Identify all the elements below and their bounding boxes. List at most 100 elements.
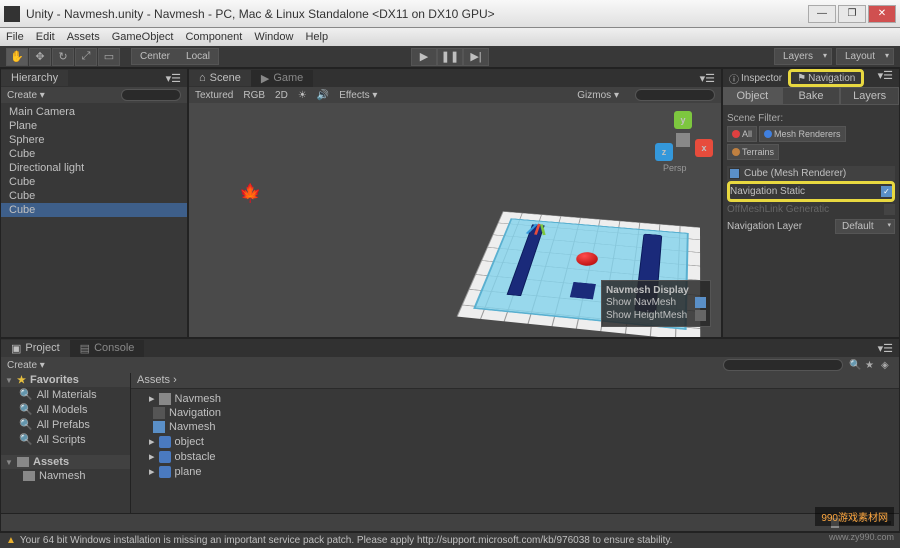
close-button[interactable]: ✕	[868, 5, 896, 23]
console-tab[interactable]: ▤ Console	[70, 340, 145, 357]
filter-terrain-button[interactable]: Terrains	[727, 144, 779, 160]
project-create-dropdown[interactable]: Create ▾	[7, 360, 45, 371]
scene-tab[interactable]: ⌂ Scene	[189, 70, 251, 86]
favorite-item[interactable]: 🔍All Scripts	[1, 432, 130, 447]
bake-subtab[interactable]: Bake	[782, 87, 841, 105]
project-panel: ▣ Project ▤ Console ▾☰ Create ▾ 🔍 ★ ◈ ▼★…	[0, 338, 900, 532]
asset-item[interactable]: ▸obstacle	[131, 449, 899, 464]
show-heightmesh-checkbox[interactable]	[695, 310, 706, 321]
panel-menu-icon[interactable]: ▾☰	[694, 72, 721, 85]
menu-edit[interactable]: Edit	[36, 31, 55, 43]
minimize-button[interactable]: —	[808, 5, 836, 23]
status-message[interactable]: Your 64 bit Windows installation is miss…	[20, 535, 673, 546]
inspector-tab[interactable]: ⓘ Inspector	[723, 69, 788, 87]
mode-2d-toggle[interactable]: 2D	[275, 90, 288, 101]
panel-menu-icon[interactable]: ▾☰	[872, 342, 899, 355]
move-tool-icon[interactable]: ✥	[29, 48, 51, 66]
nav-static-checkbox[interactable]: ✓	[881, 186, 892, 197]
asset-item[interactable]: ▸object	[131, 434, 899, 449]
project-footer	[1, 513, 899, 531]
favorite-item[interactable]: 🔍All Materials	[1, 387, 130, 402]
menu-component[interactable]: Component	[185, 31, 242, 43]
object-subtab[interactable]: Object	[723, 87, 782, 105]
hierarchy-item[interactable]: Cube	[1, 147, 187, 161]
asset-item[interactable]: ▸plane	[131, 464, 899, 479]
gizmo-y-axis[interactable]: y	[674, 111, 692, 129]
assets-header[interactable]: ▼Assets	[1, 455, 130, 469]
favorites-header[interactable]: ▼★Favorites	[1, 373, 130, 387]
show-navmesh-checkbox[interactable]	[695, 297, 706, 308]
offmesh-row: OffMeshLink Generatic	[727, 202, 895, 217]
maximize-button[interactable]: ❐	[838, 5, 866, 23]
hierarchy-item[interactable]: Sphere	[1, 133, 187, 147]
rotate-tool-icon[interactable]: ↻	[52, 48, 74, 66]
project-tab[interactable]: ▣ Project	[1, 340, 70, 357]
effects-dropdown[interactable]: Effects ▾	[339, 90, 377, 101]
nav-layer-dropdown[interactable]: Default	[835, 219, 895, 234]
search-filter-icon[interactable]: 🔍	[849, 359, 861, 371]
favorite-item[interactable]: 🔍All Models	[1, 402, 130, 417]
layers-dropdown[interactable]: Layers	[774, 48, 832, 65]
hierarchy-item[interactable]: Cube	[1, 175, 187, 189]
play-button[interactable]: ▶	[411, 48, 437, 66]
filter-all-button[interactable]: All	[727, 126, 757, 142]
gizmo-z-axis[interactable]: z	[655, 143, 673, 161]
orientation-gizmo[interactable]: y x z Persp	[653, 111, 713, 181]
pivot-local[interactable]: Local	[178, 49, 218, 64]
perspective-label[interactable]: Persp	[663, 163, 687, 173]
hierarchy-item[interactable]: Cube	[1, 189, 187, 203]
scene-viewport[interactable]: 🍁 y x z Persp Navmesh Display Sho	[189, 103, 721, 337]
shading-dropdown[interactable]: Textured	[195, 90, 233, 101]
scale-tool-icon[interactable]: ⤢	[75, 48, 97, 66]
menu-assets[interactable]: Assets	[67, 31, 100, 43]
hand-tool-icon[interactable]: ✋	[6, 48, 28, 66]
app-icon	[4, 6, 20, 22]
statusbar: ▲ Your 64 bit Windows installation is mi…	[0, 532, 900, 548]
asset-item[interactable]: Navmesh	[131, 420, 899, 434]
pivot-center[interactable]: Center	[132, 49, 178, 64]
favorite-item[interactable]: 🔍All Prefabs	[1, 417, 130, 432]
window-title: Unity - Navmesh.unity - Navmesh - PC, Ma…	[26, 7, 808, 21]
gizmo-x-axis[interactable]: x	[695, 139, 713, 157]
hierarchy-item[interactable]: Plane	[1, 119, 187, 133]
type-filter-icon[interactable]: ◈	[881, 359, 893, 371]
hierarchy-item[interactable]: Main Camera	[1, 105, 187, 119]
layout-dropdown[interactable]: Layout	[836, 48, 894, 65]
favorites-filter-icon[interactable]: ★	[865, 359, 877, 371]
layers-subtab[interactable]: Layers	[840, 87, 899, 105]
step-button[interactable]: ▶|	[463, 48, 489, 66]
rect-tool-icon[interactable]: ▭	[98, 48, 120, 66]
game-tab[interactable]: ▶ Game	[251, 70, 313, 87]
navigation-tab[interactable]: ⚑ Navigation	[788, 69, 864, 87]
hierarchy-item-selected[interactable]: Cube	[1, 203, 187, 217]
object-enabled-checkbox[interactable]	[729, 168, 740, 179]
hierarchy-tab[interactable]: Hierarchy	[1, 70, 68, 86]
object-name-label: Cube (Mesh Renderer)	[744, 168, 846, 179]
asset-item[interactable]: Navigation	[131, 406, 899, 420]
scene-search-input[interactable]	[635, 89, 715, 101]
hierarchy-search-input[interactable]	[121, 89, 181, 101]
menu-help[interactable]: Help	[305, 31, 328, 43]
assets-folder-item[interactable]: Navmesh	[1, 469, 130, 483]
game-icon: ▶	[261, 72, 269, 85]
project-search-input[interactable]	[723, 359, 843, 371]
hierarchy-item[interactable]: Directional light	[1, 161, 187, 175]
filter-mesh-button[interactable]: Mesh Renderers	[759, 126, 846, 142]
gizmo-cube[interactable]	[676, 133, 690, 147]
asset-item[interactable]: ▸Navmesh	[131, 391, 899, 406]
offmesh-checkbox[interactable]	[884, 204, 895, 215]
scene-panel: ⌂ Scene ▶ Game ▾☰ Textured RGB 2D ☀ 🔊 Ef…	[188, 68, 722, 338]
menu-gameobject[interactable]: GameObject	[112, 31, 174, 43]
pause-button[interactable]: ❚❚	[437, 48, 463, 66]
hierarchy-create-dropdown[interactable]: Create ▾	[7, 90, 45, 101]
breadcrumb[interactable]: Assets ›	[131, 373, 899, 389]
object-header: Cube (Mesh Renderer)	[727, 166, 895, 181]
light-toggle-icon[interactable]: ☀	[298, 90, 307, 101]
menu-window[interactable]: Window	[254, 31, 293, 43]
audio-toggle-icon[interactable]: 🔊	[317, 90, 329, 101]
panel-menu-icon[interactable]: ▾☰	[872, 69, 899, 87]
rgb-dropdown[interactable]: RGB	[243, 90, 265, 101]
gizmos-dropdown[interactable]: Gizmos ▾	[577, 90, 619, 101]
panel-menu-icon[interactable]: ▾☰	[160, 72, 187, 85]
menu-file[interactable]: File	[6, 31, 24, 43]
